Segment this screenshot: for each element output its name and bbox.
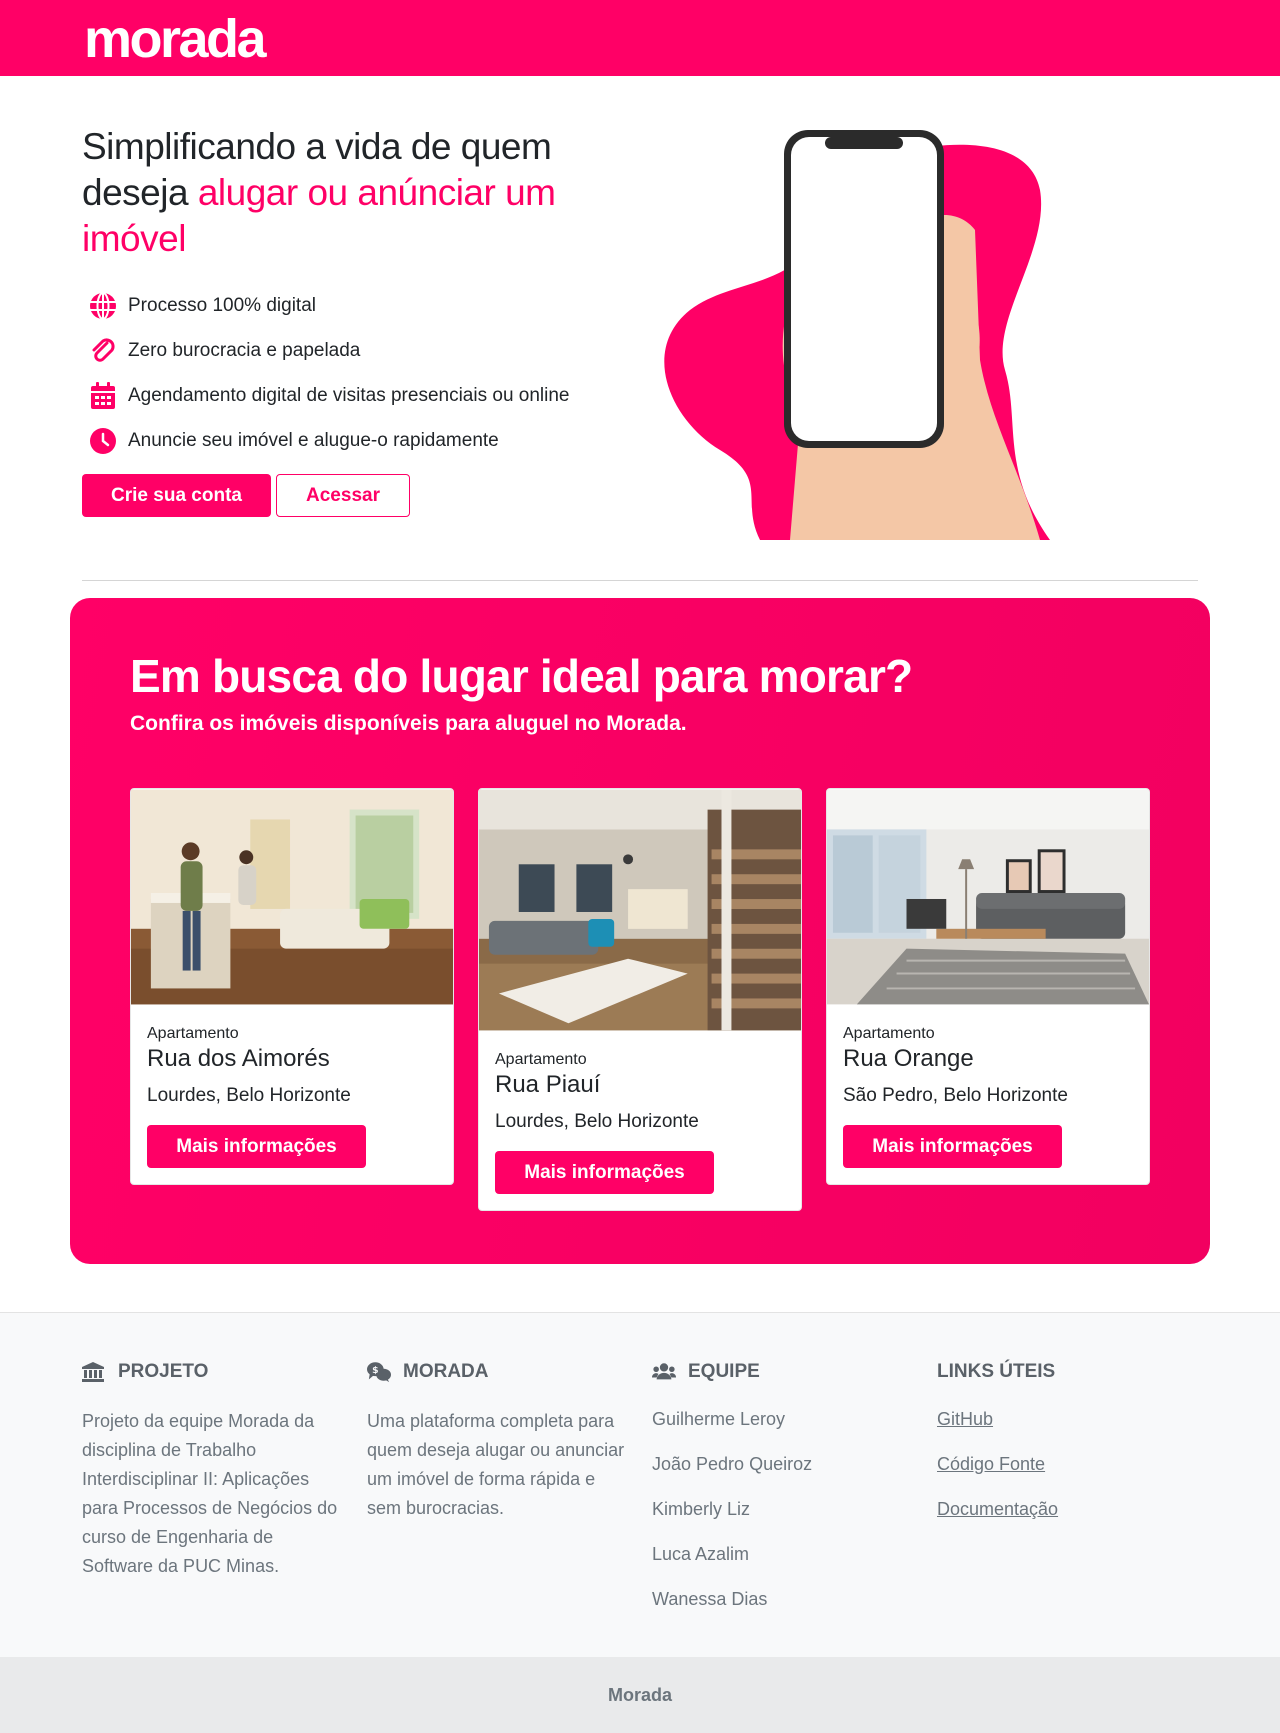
listings-title: Em busca do lugar ideal para morar? (130, 650, 913, 702)
footer-column-projeto: PROJETO Projeto da equipe Morada da disc… (82, 1359, 342, 1581)
create-account-button[interactable]: Crie sua conta (82, 474, 271, 517)
hand-phone-illustration (664, 130, 1050, 540)
phone-notch (825, 137, 903, 149)
github-link[interactable]: GitHub (937, 1409, 993, 1429)
feature-item: Anuncie seu imóvel e alugue-o rapidament… (88, 418, 570, 463)
footer-text: Uma plataforma completa para quem deseja… (367, 1411, 625, 1518)
top-navbar: morada (0, 0, 1280, 76)
svg-text:$: $ (372, 1365, 378, 1376)
team-member: Guilherme Leroy (652, 1409, 786, 1429)
card-body: Apartamento Rua Piauí Lourdes, Belo Hori… (479, 1031, 801, 1210)
property-card: Apartamento Rua Piauí Lourdes, Belo Hori… (478, 788, 802, 1211)
footer-column-links: LINKS ÚTEIS GitHub Código Fonte Document… (937, 1359, 1197, 1542)
paperclip-icon (88, 336, 118, 366)
section-divider (82, 580, 1198, 581)
feature-item: Processo 100% digital (88, 283, 570, 328)
feature-text: Processo 100% digital (128, 294, 316, 316)
property-card: Apartamento Rua dos Aimorés Lourdes, Bel… (130, 788, 454, 1185)
listings-section: Em busca do lugar ideal para morar? Conf… (70, 598, 1210, 1264)
property-type: Apartamento (843, 1025, 935, 1042)
users-icon (652, 1361, 676, 1383)
footer-heading: $ MORADA (367, 1359, 627, 1385)
property-photo (479, 789, 801, 1031)
team-member: Kimberly Liz (652, 1499, 751, 1519)
footer-column-morada: $ MORADA Uma plataforma completa para qu… (367, 1359, 627, 1523)
property-location: Lourdes, Belo Horizonte (147, 1085, 351, 1106)
footer-heading-text: PROJETO (118, 1361, 209, 1382)
footer-heading-text: LINKS ÚTEIS (937, 1361, 1056, 1382)
more-info-button[interactable]: Mais informações (843, 1125, 1062, 1168)
property-type: Apartamento (495, 1051, 587, 1068)
property-location: Lourdes, Belo Horizonte (495, 1111, 699, 1132)
team-member: Wanessa Dias (652, 1589, 768, 1609)
source-code-link[interactable]: Código Fonte (937, 1454, 1045, 1474)
more-info-button[interactable]: Mais informações (495, 1151, 714, 1194)
property-street: Rua dos Aimorés (147, 1045, 330, 1072)
footer-heading: EQUIPE (652, 1359, 912, 1385)
bottom-bar: Morada (0, 1657, 1280, 1733)
property-street: Rua Piauí (495, 1071, 601, 1098)
property-location: São Pedro, Belo Horizonte (843, 1085, 1068, 1106)
documentation-link[interactable]: Documentação (937, 1499, 1058, 1519)
footer-heading-text: EQUIPE (688, 1361, 760, 1382)
footer-heading-text: MORADA (403, 1361, 489, 1382)
bottom-bar-text: Morada (607, 1684, 672, 1705)
property-street: Rua Orange (843, 1045, 974, 1072)
link-item: Documentação (937, 1497, 1197, 1542)
phone-screen (791, 137, 937, 441)
feature-text: Agendamento digital de visitas presencia… (128, 384, 570, 406)
team-list: Guilherme Leroy João Pedro Queiroz Kimbe… (652, 1407, 912, 1632)
footer-heading: PROJETO (82, 1359, 342, 1385)
feature-item: Zero burocracia e papelada (88, 328, 570, 373)
footer-heading: LINKS ÚTEIS (937, 1359, 1197, 1385)
footer-column-equipe: EQUIPE Guilherme Leroy João Pedro Queiro… (652, 1359, 912, 1632)
feature-list: Processo 100% digital Zero burocracia e … (88, 283, 570, 463)
login-button[interactable]: Acessar (276, 474, 410, 517)
team-member: João Pedro Queiroz (652, 1454, 813, 1474)
bank-icon (82, 1361, 106, 1383)
footer: PROJETO Projeto da equipe Morada da disc… (0, 1312, 1280, 1657)
team-member: Luca Azalim (652, 1544, 750, 1564)
property-card: Apartamento Rua Orange São Pedro, Belo H… (826, 788, 1150, 1185)
calendar-icon (88, 381, 118, 411)
link-item: Código Fonte (937, 1452, 1197, 1497)
chat-icon: $ (367, 1361, 391, 1383)
brand-logo[interactable]: morada (84, 6, 267, 72)
feature-text: Zero burocracia e papelada (128, 339, 361, 361)
property-type: Apartamento (147, 1025, 239, 1042)
hero-title: Simplificando a vida de quem deseja alug… (82, 124, 642, 262)
card-body: Apartamento Rua dos Aimorés Lourdes, Bel… (131, 1005, 453, 1184)
globe-icon (88, 291, 118, 321)
card-body: Apartamento Rua Orange São Pedro, Belo H… (827, 1005, 1149, 1184)
link-item: GitHub (937, 1407, 1197, 1452)
listings-subtitle: Confira os imóveis disponíveis para alug… (130, 712, 687, 735)
feature-item: Agendamento digital de visitas presencia… (88, 373, 570, 418)
property-photo (131, 789, 453, 1005)
more-info-button[interactable]: Mais informações (147, 1125, 366, 1168)
footer-text: Projeto da equipe Morada da disciplina d… (82, 1411, 338, 1576)
feature-text: Anuncie seu imóvel e alugue-o rapidament… (128, 429, 499, 451)
links-list: GitHub Código Fonte Documentação (937, 1407, 1197, 1542)
property-photo (827, 789, 1149, 1005)
clock-icon (88, 426, 118, 456)
